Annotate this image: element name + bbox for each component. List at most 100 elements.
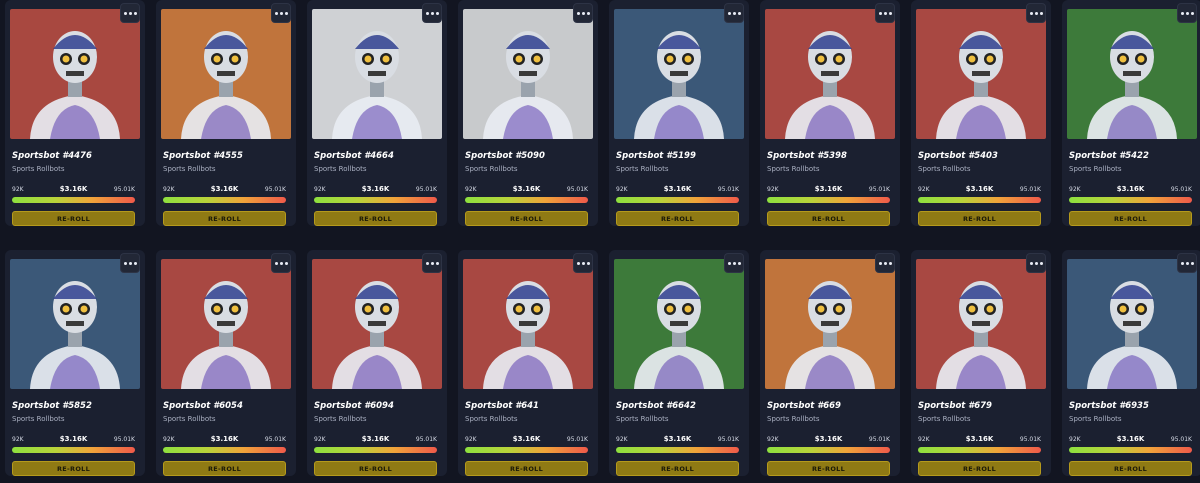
nft-card[interactable]: Sportsbot #4476 Sports Rollbots 92K $3.1… — [5, 0, 145, 226]
collection-name: Sports Rollbots — [314, 415, 367, 423]
reroll-button[interactable]: RE-ROLL — [767, 211, 890, 226]
card-menu-button[interactable] — [724, 253, 744, 273]
price-high: 95.01K — [264, 186, 286, 193]
collection-name: Sports Rollbots — [163, 415, 216, 423]
card-menu-button[interactable] — [1026, 3, 1046, 23]
nft-name: Sportsbot #5398 — [767, 151, 847, 161]
robot-illustration — [10, 9, 140, 139]
nft-card[interactable]: Sportsbot #641 Sports Rollbots 92K $3.16… — [458, 250, 598, 476]
reroll-button[interactable]: RE-ROLL — [12, 211, 135, 226]
card-menu-button[interactable] — [422, 253, 442, 273]
card-menu-button[interactable] — [875, 3, 895, 23]
nft-image[interactable] — [1067, 259, 1197, 389]
reroll-button[interactable]: RE-ROLL — [163, 211, 286, 226]
reroll-button[interactable]: RE-ROLL — [918, 211, 1041, 226]
price-gradient-bar — [12, 197, 135, 203]
collection-name: Sports Rollbots — [918, 165, 971, 173]
price-high: 95.01K — [113, 186, 135, 193]
nft-card[interactable]: Sportsbot #5403 Sports Rollbots 92K $3.1… — [911, 0, 1051, 226]
nft-image[interactable] — [10, 9, 140, 139]
nft-image[interactable] — [765, 259, 895, 389]
nft-image[interactable] — [916, 9, 1046, 139]
reroll-button[interactable]: RE-ROLL — [1069, 211, 1192, 226]
card-menu-button[interactable] — [120, 3, 140, 23]
nft-image[interactable] — [1067, 9, 1197, 139]
reroll-button[interactable]: RE-ROLL — [12, 461, 135, 476]
reroll-button[interactable]: RE-ROLL — [918, 461, 1041, 476]
more-dots-icon — [1029, 261, 1033, 265]
price-high: 95.01K — [415, 186, 437, 193]
nft-card[interactable]: Sportsbot #6642 Sports Rollbots 92K $3.1… — [609, 250, 749, 476]
nft-image[interactable] — [161, 259, 291, 389]
card-menu-button[interactable] — [1026, 253, 1046, 273]
nft-name: Sportsbot #6935 — [1069, 401, 1149, 411]
price-gradient-bar — [767, 447, 890, 453]
reroll-button[interactable]: RE-ROLL — [767, 461, 890, 476]
nft-card[interactable]: Sportsbot #6935 Sports Rollbots 92K $3.1… — [1062, 250, 1200, 476]
card-menu-button[interactable] — [573, 253, 593, 273]
reroll-button[interactable]: RE-ROLL — [465, 461, 588, 476]
card-menu-button[interactable] — [120, 253, 140, 273]
nft-name: Sportsbot #6094 — [314, 401, 394, 411]
nft-card[interactable]: Sportsbot #6054 Sports Rollbots 92K $3.1… — [156, 250, 296, 476]
robot-illustration — [614, 259, 744, 389]
nft-name: Sportsbot #5852 — [12, 401, 92, 411]
nft-image[interactable] — [614, 9, 744, 139]
card-menu-button[interactable] — [271, 3, 291, 23]
price-high: 95.01K — [566, 186, 588, 193]
robot-illustration — [312, 259, 442, 389]
nft-card[interactable]: Sportsbot #6094 Sports Rollbots 92K $3.1… — [307, 250, 447, 476]
nft-card[interactable]: Sportsbot #4664 Sports Rollbots 92K $3.1… — [307, 0, 447, 226]
nft-image[interactable] — [463, 259, 593, 389]
reroll-button[interactable]: RE-ROLL — [1069, 461, 1192, 476]
nft-card[interactable]: Sportsbot #5422 Sports Rollbots 92K $3.1… — [1062, 0, 1200, 226]
price-high: 95.01K — [1019, 436, 1041, 443]
reroll-button[interactable]: RE-ROLL — [163, 461, 286, 476]
price-high: 95.01K — [415, 436, 437, 443]
nft-card[interactable]: Sportsbot #4555 Sports Rollbots 92K $3.1… — [156, 0, 296, 226]
collection-name: Sports Rollbots — [12, 165, 65, 173]
nft-card[interactable]: Sportsbot #5090 Sports Rollbots 92K $3.1… — [458, 0, 598, 226]
collection-name: Sports Rollbots — [465, 415, 518, 423]
more-dots-icon — [1029, 11, 1033, 15]
price-high: 95.01K — [868, 186, 890, 193]
card-menu-button[interactable] — [724, 3, 744, 23]
card-menu-button[interactable] — [1177, 3, 1197, 23]
card-menu-button[interactable] — [1177, 253, 1197, 273]
nft-name: Sportsbot #5403 — [918, 151, 998, 161]
nft-image[interactable] — [765, 9, 895, 139]
nft-card[interactable]: Sportsbot #5199 Sports Rollbots 92K $3.1… — [609, 0, 749, 226]
reroll-button[interactable]: RE-ROLL — [616, 211, 739, 226]
nft-image[interactable] — [463, 9, 593, 139]
card-menu-button[interactable] — [271, 253, 291, 273]
card-menu-button[interactable] — [573, 3, 593, 23]
nft-card[interactable]: Sportsbot #669 Sports Rollbots 92K $3.16… — [760, 250, 900, 476]
card-menu-button[interactable] — [422, 3, 442, 23]
nft-card[interactable]: Sportsbot #5852 Sports Rollbots 92K $3.1… — [5, 250, 145, 476]
nft-image[interactable] — [312, 9, 442, 139]
more-dots-icon — [274, 261, 278, 265]
reroll-button[interactable]: RE-ROLL — [314, 461, 437, 476]
nft-name: Sportsbot #4664 — [314, 151, 394, 161]
nft-image[interactable] — [614, 259, 744, 389]
robot-illustration — [1067, 9, 1197, 139]
reroll-button[interactable]: RE-ROLL — [616, 461, 739, 476]
nft-card[interactable]: Sportsbot #5398 Sports Rollbots 92K $3.1… — [760, 0, 900, 226]
nft-image[interactable] — [161, 9, 291, 139]
collection-name: Sports Rollbots — [616, 415, 669, 423]
nft-image[interactable] — [916, 259, 1046, 389]
more-dots-icon — [727, 11, 731, 15]
price-gradient-bar — [1069, 197, 1192, 203]
nft-card[interactable]: Sportsbot #679 Sports Rollbots 92K $3.16… — [911, 250, 1051, 476]
nft-image[interactable] — [10, 259, 140, 389]
robot-illustration — [614, 9, 744, 139]
card-menu-button[interactable] — [875, 253, 895, 273]
price-high: 95.01K — [1170, 186, 1192, 193]
more-dots-icon — [878, 261, 882, 265]
robot-illustration — [463, 9, 593, 139]
robot-illustration — [161, 259, 291, 389]
reroll-button[interactable]: RE-ROLL — [314, 211, 437, 226]
collection-name: Sports Rollbots — [314, 165, 367, 173]
nft-image[interactable] — [312, 259, 442, 389]
reroll-button[interactable]: RE-ROLL — [465, 211, 588, 226]
